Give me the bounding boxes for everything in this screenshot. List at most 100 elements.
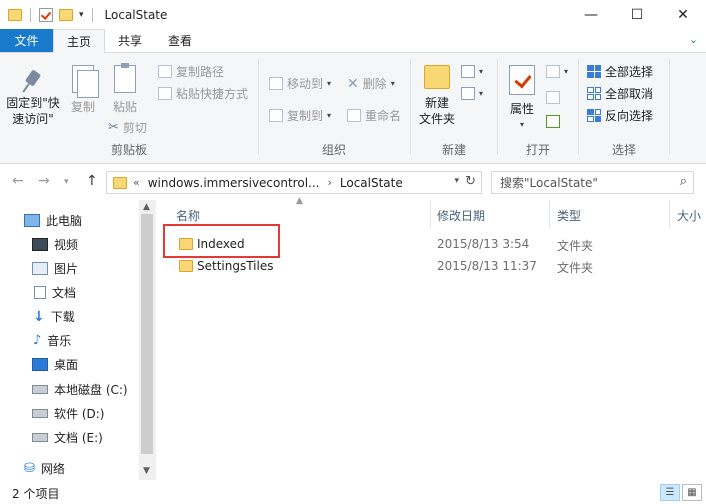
open-group-label: 打开: [525, 143, 550, 157]
breadcrumb-separator[interactable]: ›: [327, 176, 331, 189]
invert-selection-button[interactable]: 反向选择: [587, 107, 653, 124]
recent-locations-icon[interactable]: ▾: [64, 177, 69, 187]
breadcrumb-item[interactable]: LocalState: [340, 176, 403, 190]
cut-button[interactable]: ✂ 剪切: [108, 119, 147, 136]
close-button[interactable]: ✕: [660, 0, 706, 30]
column-name[interactable]: 名称: [176, 207, 200, 224]
new-folder-button[interactable]: 新建 文件夹: [417, 65, 457, 127]
copy-button[interactable]: 复制: [66, 65, 100, 115]
easy-access-button[interactable]: ▾: [461, 87, 483, 100]
move-to-button[interactable]: 移动到 ▾: [269, 75, 331, 92]
new-folder-quick-icon[interactable]: [59, 9, 73, 21]
nav-item-music[interactable]: ♪ 音乐: [33, 332, 71, 349]
new-item-button[interactable]: ▾: [461, 65, 483, 78]
maximize-button[interactable]: ☐: [614, 0, 660, 30]
navigation-pane: 此电脑 视频 图片 文档 ↓ 下载 ♪ 音乐 桌面 本地磁盘 (C:) 软件 (…: [0, 200, 155, 480]
nav-item-documents[interactable]: 文档: [34, 284, 76, 301]
copy-to-button[interactable]: 复制到 ▾: [269, 107, 331, 124]
nav-item-downloads[interactable]: ↓ 下载: [33, 308, 75, 325]
nav-item-pictures[interactable]: 图片: [32, 260, 78, 277]
select-group-label: 选择: [611, 143, 636, 157]
nav-item-network[interactable]: ⛁ 网络: [24, 460, 65, 477]
properties-quick-icon[interactable]: [39, 8, 53, 22]
properties-icon: [509, 65, 535, 95]
paste-shortcut-button[interactable]: 粘贴快捷方式: [158, 85, 248, 102]
scissors-icon: ✂: [108, 120, 119, 135]
nav-item-videos[interactable]: 视频: [32, 236, 78, 253]
nav-item-desktop[interactable]: 桌面: [32, 356, 78, 373]
folder-icon: [8, 9, 22, 21]
breadcrumb-overflow[interactable]: «: [133, 176, 140, 189]
sort-ascending-icon: ▲: [296, 196, 303, 206]
expand-ribbon-icon[interactable]: ⌄: [689, 33, 698, 46]
organize-group-label: 组织: [321, 143, 346, 157]
column-type[interactable]: 类型: [557, 207, 581, 224]
nav-item-this-pc[interactable]: 此电脑: [24, 212, 82, 229]
tab-view[interactable]: 查看: [155, 29, 205, 52]
file-modified: 2015/8/13 11:37: [437, 259, 537, 273]
open-group: 属性 ▾ ▾ 打开: [498, 57, 578, 161]
paste-button[interactable]: 粘贴: [108, 63, 142, 115]
nav-item-local-disk[interactable]: 本地磁盘 (C:): [32, 381, 128, 398]
up-arrow-icon[interactable]: ↑: [86, 173, 98, 189]
scroll-down-icon[interactable]: ▼: [143, 466, 150, 476]
column-modified[interactable]: 修改日期: [437, 207, 485, 224]
desktop-icon: [32, 358, 48, 371]
navigation-bar: ← → ▾ ↑ « windows.immersivecontrol... › …: [0, 164, 706, 200]
ribbon-tabs: 文件 主页 共享 查看: [0, 29, 706, 53]
edit-button[interactable]: [546, 91, 560, 104]
folder-icon: [179, 260, 193, 272]
nav-item-software-drive[interactable]: 软件 (D:): [32, 405, 104, 422]
customize-toolbar-icon[interactable]: ▾: [79, 10, 84, 20]
pin-to-quick-access-button[interactable]: 固定到"快 速访问": [4, 69, 62, 127]
copy-path-button[interactable]: 复制路径: [158, 63, 224, 80]
copy-icon: [72, 65, 99, 98]
forward-arrow-icon[interactable]: →: [38, 173, 50, 189]
file-row[interactable]: SettingsTiles 2015/8/13 11:37 文件夹: [160, 255, 706, 277]
scrollbar-thumb[interactable]: [141, 214, 153, 454]
documents-icon: [34, 286, 46, 299]
properties-button[interactable]: 属性 ▾: [504, 65, 540, 133]
back-arrow-icon[interactable]: ←: [12, 173, 24, 189]
dropdown-arrow-icon: ▾: [564, 67, 569, 76]
videos-icon: [32, 238, 48, 251]
clipboard-group: 固定到"快 速访问" 复制 粘贴 复制路径 粘贴快捷方式 ✂ 剪切 剪贴板: [0, 57, 248, 161]
title-bar: ▾ LocalState — ☐ ✕: [0, 0, 706, 30]
address-dropdown-icon[interactable]: ▾: [454, 176, 459, 186]
tab-file[interactable]: 文件: [0, 29, 53, 52]
nav-item-documents-drive[interactable]: 文档 (E:): [32, 429, 103, 446]
computer-icon: [24, 214, 40, 227]
tab-home[interactable]: 主页: [53, 29, 106, 53]
large-icons-view-icon[interactable]: ▦: [682, 484, 702, 501]
invert-selection-icon: [587, 109, 601, 122]
details-view-icon[interactable]: ☰: [660, 484, 680, 501]
dropdown-arrow-icon: ▾: [327, 111, 332, 120]
new-group: 新建 文件夹 ▾ ▾ 新建: [411, 57, 497, 161]
scroll-up-icon[interactable]: ▲: [143, 202, 150, 212]
select-none-button[interactable]: 全部取消: [587, 85, 653, 102]
delete-button[interactable]: ✕ 删除 ▾: [347, 75, 395, 92]
tab-share[interactable]: 共享: [105, 29, 155, 52]
address-bar[interactable]: « windows.immersivecontrol... › LocalSta…: [106, 171, 482, 194]
history-button[interactable]: [546, 115, 560, 128]
column-size[interactable]: 大小: [677, 207, 701, 224]
search-icon: ⌕: [679, 174, 687, 189]
search-input[interactable]: 搜索"LocalState" ⌕: [491, 171, 694, 194]
copy-to-icon: [269, 109, 283, 122]
drive-icon: [32, 385, 48, 394]
select-all-button[interactable]: 全部选择: [587, 63, 653, 80]
navigation-scrollbar[interactable]: ▲ ▼: [139, 200, 156, 480]
drive-icon: [32, 433, 48, 442]
file-modified: 2015/8/13 3:54: [437, 237, 530, 251]
file-type: 文件夹: [557, 261, 594, 275]
open-button[interactable]: ▾: [546, 65, 568, 78]
refresh-icon[interactable]: ↻: [465, 174, 476, 189]
breadcrumb-item[interactable]: windows.immersivecontrol...: [148, 176, 320, 190]
window-title: LocalState: [104, 8, 168, 22]
new-group-label: 新建: [441, 143, 466, 157]
pictures-icon: [32, 262, 48, 275]
minimize-button[interactable]: —: [568, 0, 614, 30]
dropdown-arrow-icon: ▾: [390, 79, 395, 88]
rename-button[interactable]: 重命名: [347, 107, 401, 124]
dropdown-arrow-icon: ▾: [519, 120, 524, 129]
